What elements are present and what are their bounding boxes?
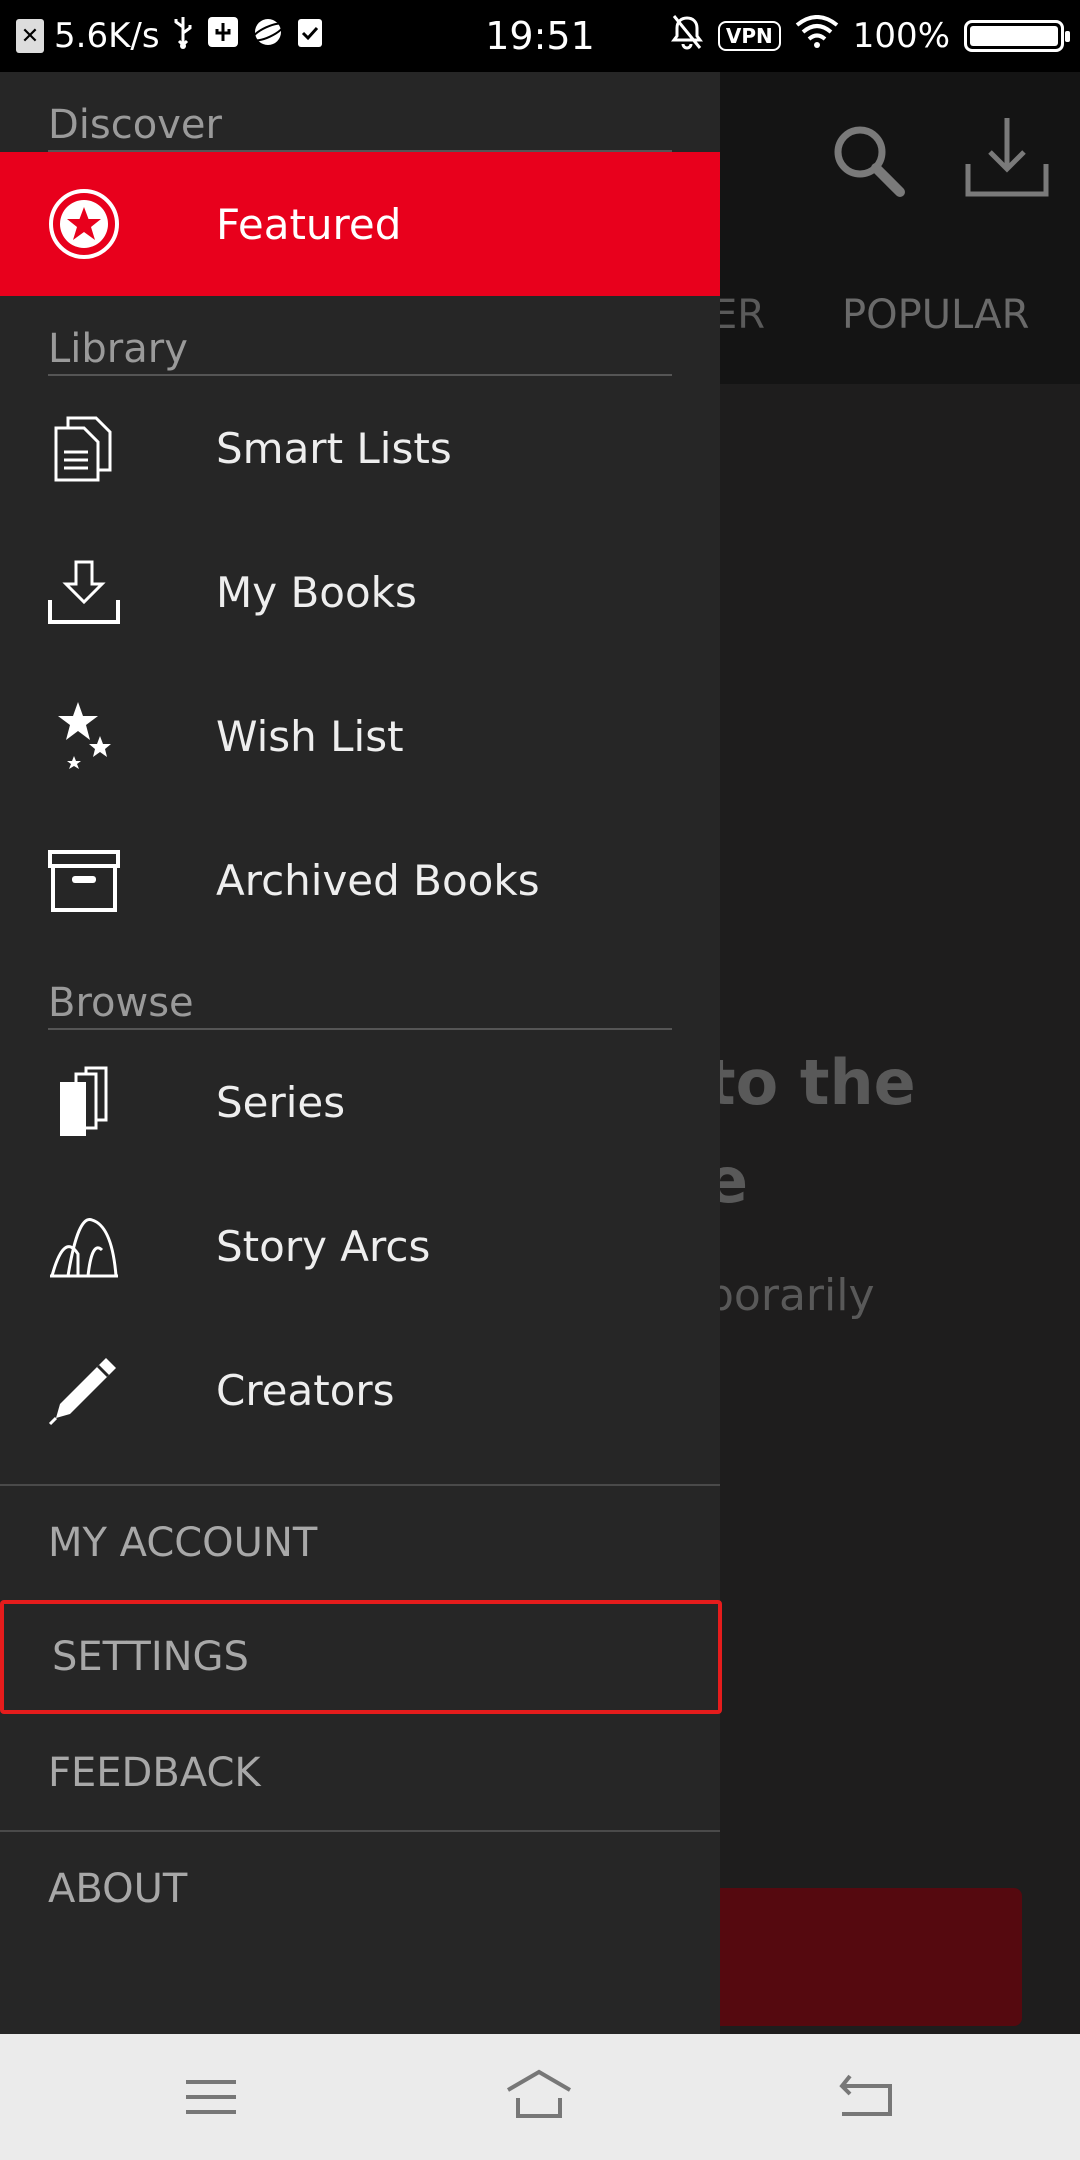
nav-item-featured[interactable]: Featured [0,152,720,296]
menu-about[interactable]: ABOUT [0,1832,720,1946]
nav-item-series[interactable]: Series [0,1030,720,1174]
clipboard-check-icon [296,15,324,58]
nav-item-label: Wish List [216,711,404,761]
download-tray-icon [48,556,120,628]
nav-item-label: Creators [216,1365,395,1415]
nav-item-wish-list[interactable]: Wish List [0,664,720,808]
archive-box-icon [48,844,120,916]
section-header-browse: Browse [48,978,672,1030]
network-speed: 5.6K/s [54,16,160,56]
section-header-library: Library [48,324,672,376]
menu-label: FEEDBACK [48,1750,261,1796]
usb-icon [170,15,196,58]
documents-icon [48,412,120,484]
notifications-off-icon [670,14,704,59]
vpn-badge: VPN [717,21,781,51]
stars-icon [48,700,120,772]
nav-item-smart-lists[interactable]: Smart Lists [0,376,720,520]
battery-icon [964,20,1070,52]
navigation-drawer: Discover Featured Library Smart Lists My… [0,72,722,2034]
menu-my-account[interactable]: MY ACCOUNT [0,1486,720,1600]
menu-icon[interactable] [176,2062,246,2132]
nav-item-label: Featured [216,199,402,249]
clock: 19:51 [485,14,595,58]
nav-item-label: Story Arcs [216,1221,431,1271]
nav-item-label: Archived Books [216,855,540,905]
battery-percent: 100% [852,16,950,56]
menu-label: SETTINGS [52,1634,249,1680]
background-message-line1: to the [706,1046,916,1119]
menu-feedback[interactable]: FEEDBACK [0,1716,720,1830]
nav-item-my-books[interactable]: My Books [0,520,720,664]
system-navigation-bar [0,2034,1080,2160]
pencil-icon [48,1354,120,1426]
back-icon[interactable] [832,2062,902,2132]
background-message-line3: porarily [706,1270,875,1321]
home-icon[interactable] [504,2062,574,2132]
search-icon[interactable] [828,120,908,200]
download-icon[interactable] [962,112,1052,202]
status-bar: ✕ 5.6K/s 19:51 VPN 100% [0,0,1080,72]
tab-popular[interactable]: POPULAR [842,292,1029,338]
menu-settings[interactable]: SETTINGS [0,1600,722,1714]
nav-item-story-arcs[interactable]: Story Arcs [0,1174,720,1318]
menu-label: MY ACCOUNT [48,1520,318,1566]
menu-label: ABOUT [48,1866,188,1912]
usb-debug-icon [206,15,240,58]
arcs-icon [48,1210,120,1282]
nav-item-archived-books[interactable]: Archived Books [0,808,720,952]
book-stack-icon [48,1066,120,1138]
notification-close-icon: ✕ [16,19,44,53]
section-header-discover: Discover [48,100,672,152]
nav-item-label: Series [216,1077,346,1127]
wifi-icon [795,14,839,58]
nav-item-label: Smart Lists [216,423,452,473]
star-circle-icon [48,188,120,260]
planet-icon [250,15,286,58]
nav-item-creators[interactable]: Creators [0,1318,720,1462]
nav-item-label: My Books [216,567,417,617]
